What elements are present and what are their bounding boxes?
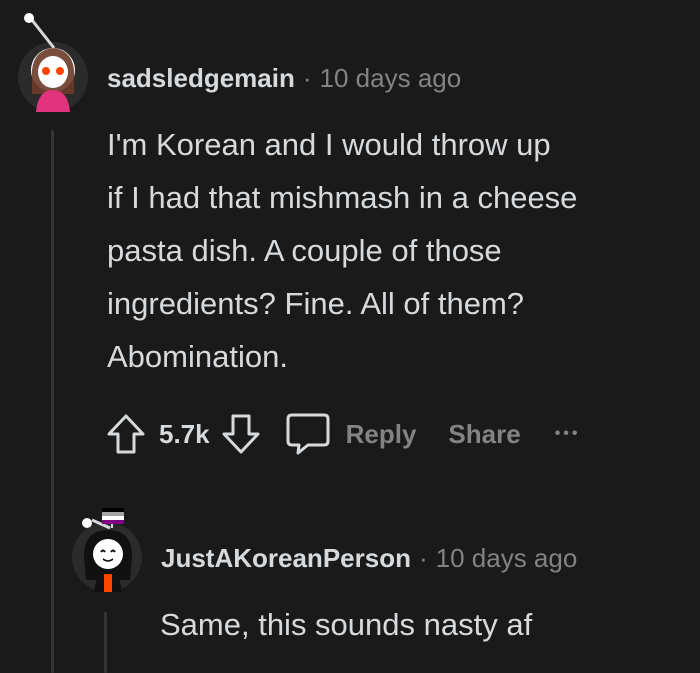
comment-2-body: Same, this sounds nasty af bbox=[160, 607, 533, 642]
reply-label: Reply bbox=[345, 418, 417, 449]
comment-1-line: if I had that mishmash in a cheese bbox=[107, 180, 578, 215]
meta-separator-dot: · bbox=[302, 62, 312, 93]
avatar-justakoreanperson[interactable] bbox=[72, 508, 142, 592]
ace-flag-icon bbox=[102, 508, 124, 524]
share-button[interactable]: Share bbox=[448, 419, 520, 450]
vote-score: 5.7k bbox=[159, 418, 210, 449]
comment-2-username[interactable]: JustAKoreanPerson bbox=[161, 543, 411, 574]
comment-1-meta: sadsledgemain · 10 days ago bbox=[107, 60, 461, 96]
comment-1-line: I'm Korean and I would throw up bbox=[107, 127, 551, 162]
comment-1-line: pasta dish. A couple of those bbox=[107, 233, 502, 268]
comment-1-line: Abomination. bbox=[107, 339, 288, 374]
avatar-sadsledgemain[interactable] bbox=[18, 13, 88, 112]
reply-button[interactable]: Reply bbox=[284, 411, 417, 457]
downvote-icon[interactable] bbox=[220, 412, 262, 456]
thread-line-2[interactable] bbox=[104, 612, 107, 673]
upvote-icon[interactable] bbox=[105, 412, 147, 456]
comment-1-actions: 5.7k Reply Share ••• bbox=[105, 410, 581, 458]
comment-1-username[interactable]: sadsledgemain bbox=[107, 63, 295, 94]
snoo-avatar-icon bbox=[82, 508, 132, 592]
snoo-avatar-icon bbox=[24, 13, 75, 112]
comment-2-meta: JustAKoreanPerson · 10 days ago bbox=[161, 540, 577, 576]
thread-line-1[interactable] bbox=[51, 130, 54, 673]
meta-separator-dot: · bbox=[418, 542, 428, 573]
comment-1-body: I'm Korean and I would throw up if I had… bbox=[107, 118, 577, 383]
more-options-button[interactable]: ••• bbox=[555, 425, 581, 443]
comment-2-timestamp[interactable]: 10 days ago bbox=[436, 543, 578, 574]
comment-icon bbox=[286, 413, 330, 455]
comment-1-line: ingredients? Fine. All of them? bbox=[107, 286, 525, 321]
comment-1-timestamp[interactable]: 10 days ago bbox=[320, 63, 462, 94]
